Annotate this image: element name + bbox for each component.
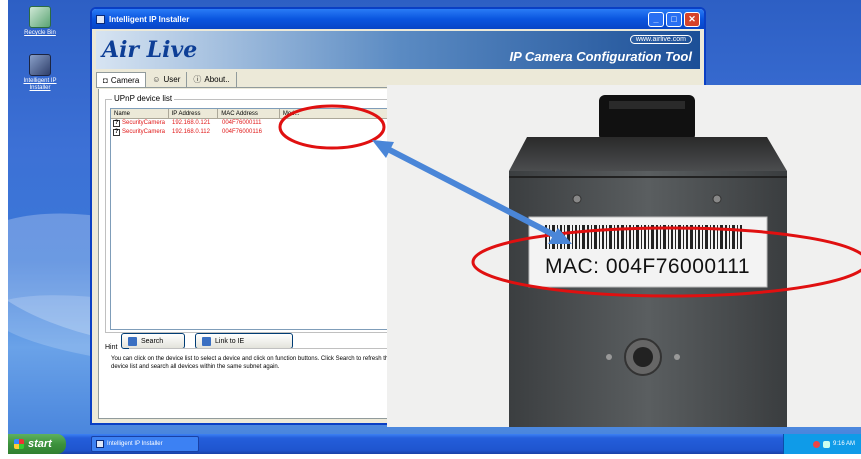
search-button[interactable]: Search <box>121 333 185 349</box>
hint-label: Hint <box>105 344 118 351</box>
window-title: Intelligent IP Installer <box>109 14 190 24</box>
brand-banner: Air Live www.airlive.com IP Camera Confi… <box>96 31 700 69</box>
tab-label: User <box>163 75 181 84</box>
clock[interactable]: 9:16 AM <box>833 441 855 447</box>
column-header-name[interactable]: Name <box>111 109 169 118</box>
column-header-model[interactable]: Mod... <box>280 109 391 118</box>
website-link[interactable]: www.airlive.com <box>629 35 692 44</box>
search-icon <box>128 336 137 346</box>
tab-label: About.. <box>204 75 230 84</box>
column-header-ip[interactable]: IP Address <box>169 109 219 118</box>
desktop-icon-label: Recycle Bin <box>24 30 56 36</box>
device-ip: 192.168.0.112 <box>172 129 210 135</box>
app-icon <box>96 14 105 24</box>
desktop-icon-installer[interactable]: Intelligent IP Installer <box>15 54 65 92</box>
app-icon <box>96 440 104 448</box>
taskbar: start Intelligent IP Installer 9:16 AM <box>8 434 861 454</box>
tab-label: Camera <box>110 75 140 85</box>
airlive-logo: Air Live <box>102 37 198 63</box>
desktop-icon-label: Intelligent IP Installer <box>23 78 57 91</box>
system-tray: 9:16 AM <box>783 434 861 454</box>
search-button-label: Search <box>141 337 164 345</box>
camera-icon: ◘ <box>103 75 108 85</box>
device-mac: 004F76000116 <box>222 129 262 135</box>
question-icon: ? <box>113 129 120 136</box>
user-icon: ☺ <box>152 75 161 84</box>
taskbar-window-label: Intelligent IP Installer <box>107 441 163 447</box>
upnp-device-group: UPnP device list Name IP Address MAC Add… <box>105 94 395 333</box>
hint-divider <box>129 348 409 349</box>
device-name: SecurityCamera <box>122 120 166 126</box>
hint-text: You can click on the device list to sele… <box>111 356 392 370</box>
device-name-cell: ? SecurityCamera <box>111 119 169 128</box>
maximize-button[interactable]: □ <box>666 11 682 27</box>
camera-photo: MAC: 004F76000111 <box>387 85 861 427</box>
device-name: SecurityCamera <box>122 129 166 135</box>
windows-logo-icon <box>14 439 24 449</box>
installer-icon <box>29 54 51 76</box>
tab-user[interactable]: ☺ User <box>146 72 188 87</box>
info-icon: ⓘ <box>193 75 202 84</box>
desktop-icon-recycle-bin[interactable]: Recycle Bin <box>15 6 65 37</box>
taskbar-window-button[interactable]: Intelligent IP Installer <box>91 436 199 452</box>
camera-body <box>509 171 787 427</box>
title-bar[interactable]: Intelligent IP Installer _ □ ✕ <box>92 9 704 29</box>
tab-about[interactable]: ⓘ About.. <box>187 72 237 87</box>
browser-icon <box>202 336 211 346</box>
tool-title: IP Camera Configuration Tool <box>509 49 693 64</box>
recycle-bin-icon <box>29 6 51 28</box>
close-button[interactable]: ✕ <box>684 11 700 27</box>
minimize-button[interactable]: _ <box>648 11 664 27</box>
device-name-cell: ? SecurityCamera <box>111 128 169 137</box>
link-to-ie-button[interactable]: Link to IE <box>195 333 293 349</box>
device-ip: 192.168.0.121 <box>172 120 211 126</box>
device-mac: 004F76000111 <box>222 120 262 126</box>
start-button[interactable]: start <box>8 434 66 454</box>
group-label: UPnP device list <box>112 94 175 103</box>
link-button-label: Link to IE <box>215 337 245 345</box>
list-header: Name IP Address MAC Address Mod... <box>111 109 391 119</box>
tab-camera[interactable]: ◘ Camera <box>96 72 147 87</box>
device-list[interactable]: Name IP Address MAC Address Mod... ? Sec… <box>110 108 392 330</box>
device-row[interactable]: ? SecurityCamera 192.168.0.121 004F76000… <box>111 119 391 128</box>
sticker-mac-text: MAC: 004F76000111 <box>545 255 751 278</box>
security-alert-icon[interactable] <box>812 440 820 448</box>
column-header-mac[interactable]: MAC Address <box>218 109 280 118</box>
network-icon[interactable] <box>822 440 830 448</box>
start-label: start <box>28 438 52 450</box>
device-row[interactable]: ? SecurityCamera 192.168.0.112 004F76000… <box>111 128 391 137</box>
question-icon: ? <box>113 120 120 127</box>
